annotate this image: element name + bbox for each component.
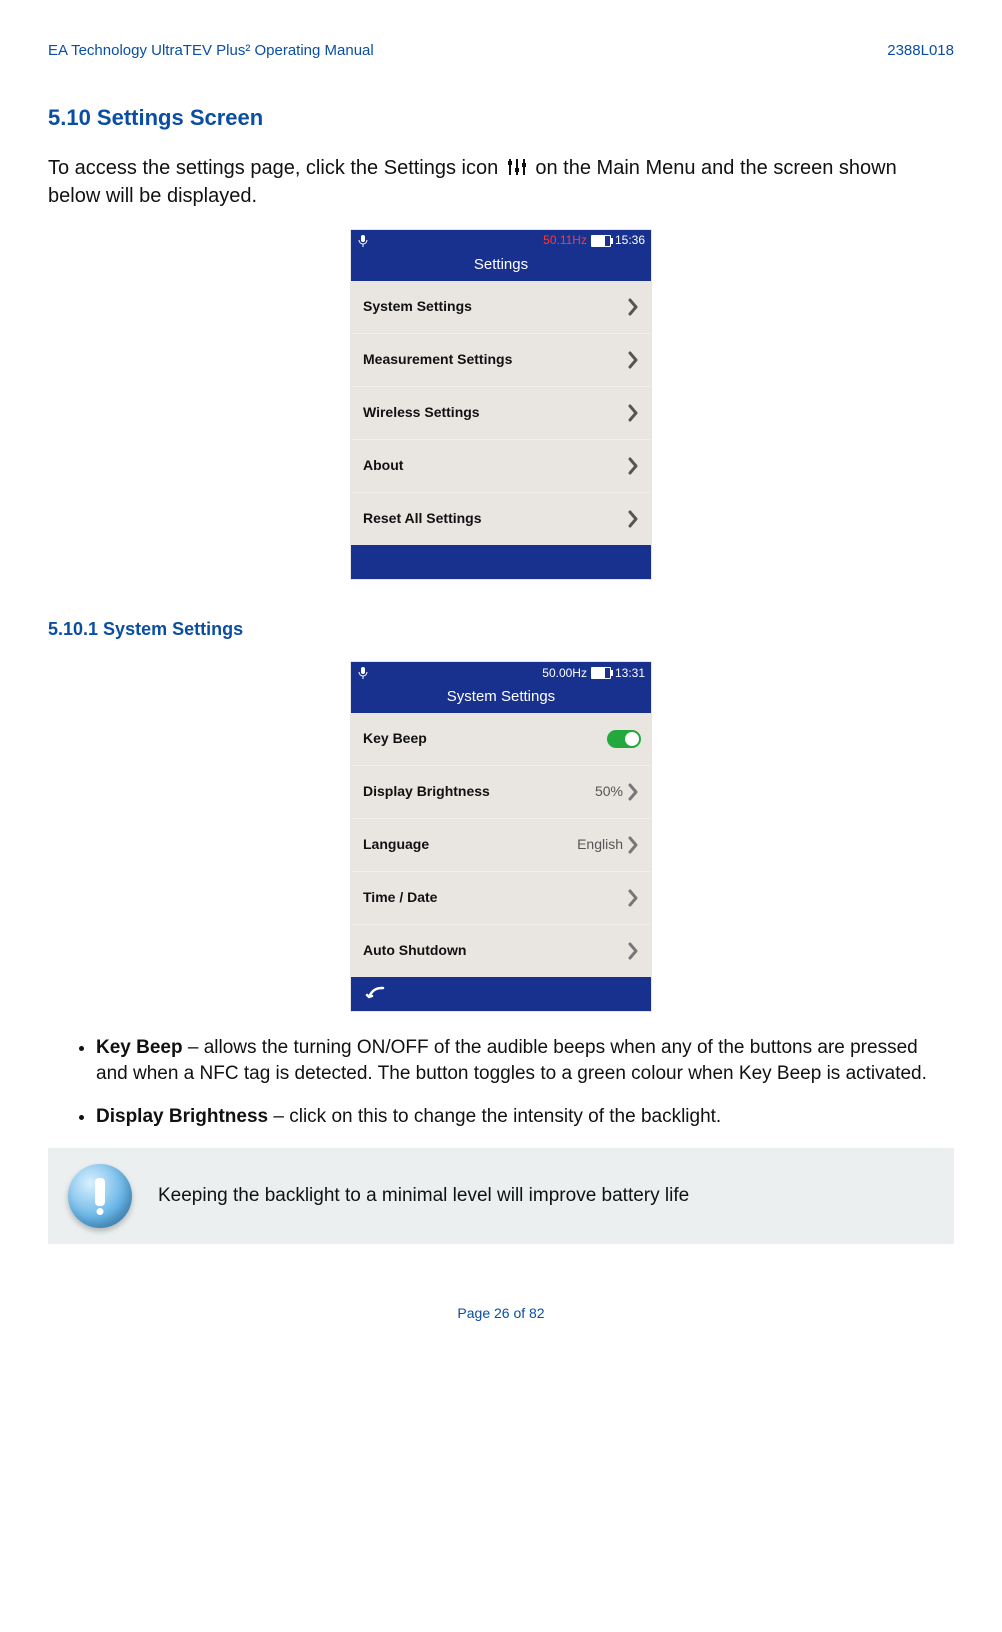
chevron-right-icon [627,350,641,370]
doc-header: EA Technology UltraTEV Plus² Operating M… [48,40,954,61]
system-settings-list: Key Beep Display Brightness 50% Language… [351,713,651,977]
section-5-10-heading: 5.10 Settings Screen [48,103,954,134]
row-about[interactable]: About [351,440,651,493]
bullet-text: – allows the turning ON/OFF of the audib… [96,1037,927,1085]
bullet-key-beep: Key Beep – allows the turning ON/OFF of … [96,1035,954,1088]
row-label: Reset All Settings [363,509,482,529]
row-wireless-settings[interactable]: Wireless Settings [351,387,651,440]
info-bulb-icon [68,1164,132,1228]
status-bar: 50.00Hz 13:31 [351,662,651,684]
frequency-value: 50.00Hz [542,665,587,682]
frequency-value: 50.11Hz [543,232,587,249]
row-reset-all[interactable]: Reset All Settings [351,493,651,545]
intro-paragraph: To access the settings page, click the S… [48,154,954,210]
settings-sliders-icon [506,157,528,177]
bullet-bold: Key Beep [96,1037,183,1058]
mic-icon [357,666,369,680]
clock-value: 15:36 [615,232,645,249]
row-measurement-settings[interactable]: Measurement Settings [351,334,651,387]
row-label: Time / Date [363,888,437,908]
battery-icon [591,235,611,247]
mic-icon [357,234,369,248]
row-system-settings[interactable]: System Settings [351,281,651,334]
intro-prefix: To access the settings page, click the S… [48,157,504,179]
row-label: System Settings [363,297,472,317]
device-footer-back[interactable] [351,977,651,1011]
chevron-right-icon [627,941,641,961]
row-label: Display Brightness [363,782,490,802]
note-box: Keeping the backlight to a minimal level… [48,1148,954,1244]
row-value: 50% [595,782,623,802]
bullet-text: – click on this to change the intensity … [268,1106,721,1127]
bullet-list: Key Beep – allows the turning ON/OFF of … [48,1035,954,1131]
page-footer: Page 26 of 82 [48,1304,954,1324]
status-bar: 50.11Hz 15:36 [351,230,651,252]
chevron-right-icon [627,835,641,855]
row-label: Key Beep [363,729,427,749]
device-footer [351,545,651,579]
row-label: About [363,456,403,476]
note-text: Keeping the backlight to a minimal level… [158,1183,689,1210]
row-value: English [577,835,623,855]
chevron-right-icon [627,888,641,908]
doc-header-left: EA Technology UltraTEV Plus² Operating M… [48,40,374,61]
system-settings-device-screenshot: 50.00Hz 13:31 System Settings Key Beep D… [351,662,651,1011]
clock-value: 13:31 [615,665,645,682]
row-label: Auto Shutdown [363,941,466,961]
row-time-date[interactable]: Time / Date [351,872,651,925]
bullet-bold: Display Brightness [96,1106,268,1127]
section-5-10-1-heading: 5.10.1 System Settings [48,617,954,642]
row-display-brightness[interactable]: Display Brightness 50% [351,766,651,819]
row-label: Language [363,835,429,855]
screen-title: System Settings [351,684,651,713]
bullet-display-brightness: Display Brightness – click on this to ch… [96,1104,954,1131]
chevron-right-icon [627,403,641,423]
doc-header-right: 2388L018 [887,40,954,61]
settings-device-screenshot: 50.11Hz 15:36 Settings System Settings M… [351,230,651,579]
chevron-right-icon [627,782,641,802]
row-key-beep[interactable]: Key Beep [351,713,651,766]
row-auto-shutdown[interactable]: Auto Shutdown [351,925,651,977]
chevron-right-icon [627,297,641,317]
row-label: Measurement Settings [363,350,512,370]
settings-list: System Settings Measurement Settings Wir… [351,281,651,545]
screen-title: Settings [351,252,651,281]
battery-icon [591,667,611,679]
back-arrow-icon [365,985,387,1003]
chevron-right-icon [627,509,641,529]
chevron-right-icon [627,456,641,476]
row-label: Wireless Settings [363,403,480,423]
toggle-on-icon[interactable] [607,730,641,748]
row-language[interactable]: Language English [351,819,651,872]
